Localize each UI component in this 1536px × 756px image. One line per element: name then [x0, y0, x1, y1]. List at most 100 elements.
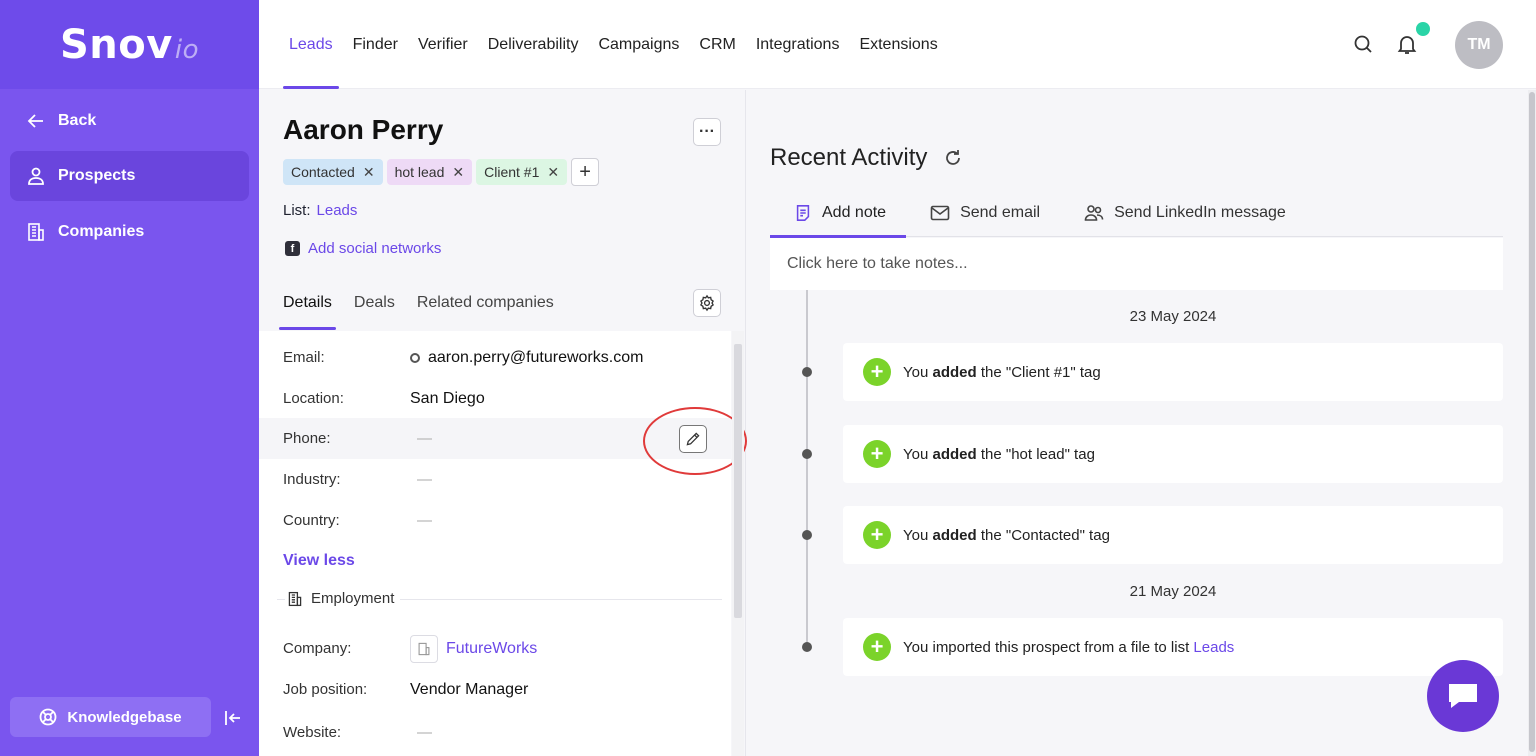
activity-prefix: You	[903, 445, 929, 463]
job-position-row: Job position: Vendor Manager	[259, 669, 731, 710]
user-icon	[28, 167, 44, 185]
timeline-dot	[802, 367, 812, 377]
tab-send-linkedin-message[interactable]: Send LinkedIn message	[1060, 189, 1306, 237]
list-leads-link[interactable]: Leads	[1193, 639, 1234, 656]
location-label: Location:	[283, 390, 344, 407]
country-label: Country:	[283, 512, 340, 529]
activity-prefix: You	[903, 526, 929, 544]
chat-icon	[1449, 684, 1477, 708]
tab-add-note[interactable]: Add note	[770, 189, 907, 238]
job-position-label: Job position:	[283, 681, 368, 698]
activity-text: You added the "Client #1" tag	[903, 364, 1101, 381]
tag-contacted[interactable]: Contacted ✕	[283, 159, 383, 185]
tab-related-companies[interactable]: Related companies	[417, 286, 554, 330]
logo-suffix: io	[174, 34, 199, 65]
activity-suffix: the "Contacted" tag	[980, 526, 1110, 544]
activity-text: You added the "Contacted" tag	[903, 527, 1110, 544]
nav-integrations[interactable]: Integrations	[756, 0, 840, 89]
location-row: Location: San Diego	[259, 378, 731, 419]
knowledgebase-button[interactable]: Knowledgebase	[10, 697, 211, 737]
add-tag-button[interactable]: +	[571, 158, 600, 186]
logo-bar: Snovio	[0, 0, 259, 89]
collapse-sidebar-button[interactable]	[220, 705, 246, 731]
avatar[interactable]: TM	[1455, 21, 1503, 69]
users-icon	[1084, 205, 1104, 221]
nav-crm[interactable]: CRM	[699, 0, 735, 89]
sidebar-item-prospects[interactable]: Prospects	[10, 151, 249, 201]
plus-circle-icon: +	[863, 358, 891, 386]
industry-value: —	[417, 471, 432, 488]
building-icon	[28, 223, 44, 241]
tab-deals[interactable]: Deals	[354, 286, 395, 330]
tag-hot-lead[interactable]: hot lead ✕	[386, 159, 473, 185]
page-scrollbar-thumb[interactable]	[1529, 92, 1535, 752]
company-row: Company: FutureWorks	[259, 628, 731, 669]
tag-label: Client #1	[484, 164, 540, 180]
nav-campaigns[interactable]: Campaigns	[598, 0, 679, 89]
refresh-icon[interactable]	[943, 148, 963, 168]
back-button[interactable]: Back	[10, 96, 249, 146]
prospect-name: Aaron Perry	[283, 114, 444, 145]
activity-item: + You added the "hot lead" tag	[843, 425, 1503, 483]
sidebar-item-companies[interactable]: Companies	[10, 207, 249, 257]
company-label: Company:	[283, 640, 352, 657]
activity-import-text: You imported this prospect from a file t…	[903, 638, 1190, 656]
settings-button[interactable]	[693, 289, 721, 317]
activity-action: added	[932, 363, 977, 381]
tag-client-1[interactable]: Client #1 ✕	[476, 159, 568, 185]
website-row: Website: —	[259, 712, 731, 753]
plus-circle-icon: +	[863, 521, 891, 549]
note-input[interactable]: Click here to take notes...	[770, 238, 1503, 290]
website-value: —	[417, 724, 432, 741]
chat-widget-button[interactable]	[1427, 660, 1499, 732]
nav-verifier[interactable]: Verifier	[418, 0, 468, 89]
main-nav: Leads Finder Verifier Deliverability Cam…	[283, 0, 938, 89]
tab-label: Send LinkedIn message	[1114, 204, 1286, 221]
close-icon[interactable]: ✕	[547, 164, 559, 181]
more-options-button[interactable]: ···	[693, 118, 721, 146]
note-icon	[796, 205, 810, 221]
sidebar-item-label: Prospects	[58, 167, 136, 184]
details-panel: Email: aaron.perry@futureworks.com Locat…	[259, 331, 731, 756]
plus-circle-icon: +	[863, 440, 891, 468]
email-value-wrap: aaron.perry@futureworks.com	[410, 349, 643, 367]
nav-finder[interactable]: Finder	[353, 0, 398, 89]
tag-list: Contacted ✕ hot lead ✕ Client #1 ✕ +	[283, 158, 600, 186]
timeline-dot	[802, 449, 812, 459]
tab-details[interactable]: Details	[279, 286, 336, 330]
nav-extensions[interactable]: Extensions	[859, 0, 937, 89]
recent-activity-header: Recent Activity	[770, 144, 963, 172]
nav-leads[interactable]: Leads	[283, 0, 339, 89]
activity-item: + You added the "Contacted" tag	[843, 506, 1503, 564]
company-link[interactable]: FutureWorks	[446, 640, 537, 658]
tab-send-email[interactable]: Send email	[906, 189, 1060, 237]
email-value[interactable]: aaron.perry@futureworks.com	[428, 349, 643, 367]
nav-deliverability[interactable]: Deliverability	[488, 0, 579, 89]
activity-tabs: Add note Send email Send LinkedIn messag…	[770, 189, 1503, 238]
website-label: Website:	[283, 724, 342, 741]
prospect-panel: Aaron Perry ··· Contacted ✕ hot lead ✕ Cli…	[259, 90, 747, 756]
email-status-icon	[410, 352, 420, 363]
details-scrollbar-thumb[interactable]	[734, 344, 742, 618]
search-icon[interactable]	[1351, 32, 1375, 56]
timeline-date: 21 May 2024	[1129, 583, 1217, 600]
activity-item: + You added the "Client #1" tag	[843, 343, 1503, 401]
phone-label: Phone:	[283, 430, 331, 447]
activity-suffix: the "hot lead" tag	[980, 445, 1095, 463]
plus-icon: +	[579, 160, 591, 183]
email-row: Email: aaron.perry@futureworks.com	[259, 337, 731, 378]
tab-label: Send email	[960, 204, 1041, 221]
add-social-networks-link[interactable]: f Add social networks	[285, 240, 441, 257]
close-icon[interactable]: ✕	[363, 164, 375, 181]
plus-circle-icon: +	[863, 633, 891, 661]
sidebar: Snovio Back Prospects Companies Knowledg…	[0, 0, 259, 756]
phone-value: —	[417, 430, 432, 447]
tab-label: Add note	[822, 204, 887, 221]
add-social-label: Add social networks	[308, 240, 442, 257]
logo[interactable]: Snovio	[60, 22, 199, 68]
close-icon[interactable]: ✕	[452, 164, 464, 181]
logo-text: Snov	[60, 21, 173, 68]
view-less-link[interactable]: View less	[283, 552, 355, 570]
list-link[interactable]: Leads	[317, 202, 358, 219]
bell-icon[interactable]	[1395, 32, 1419, 56]
